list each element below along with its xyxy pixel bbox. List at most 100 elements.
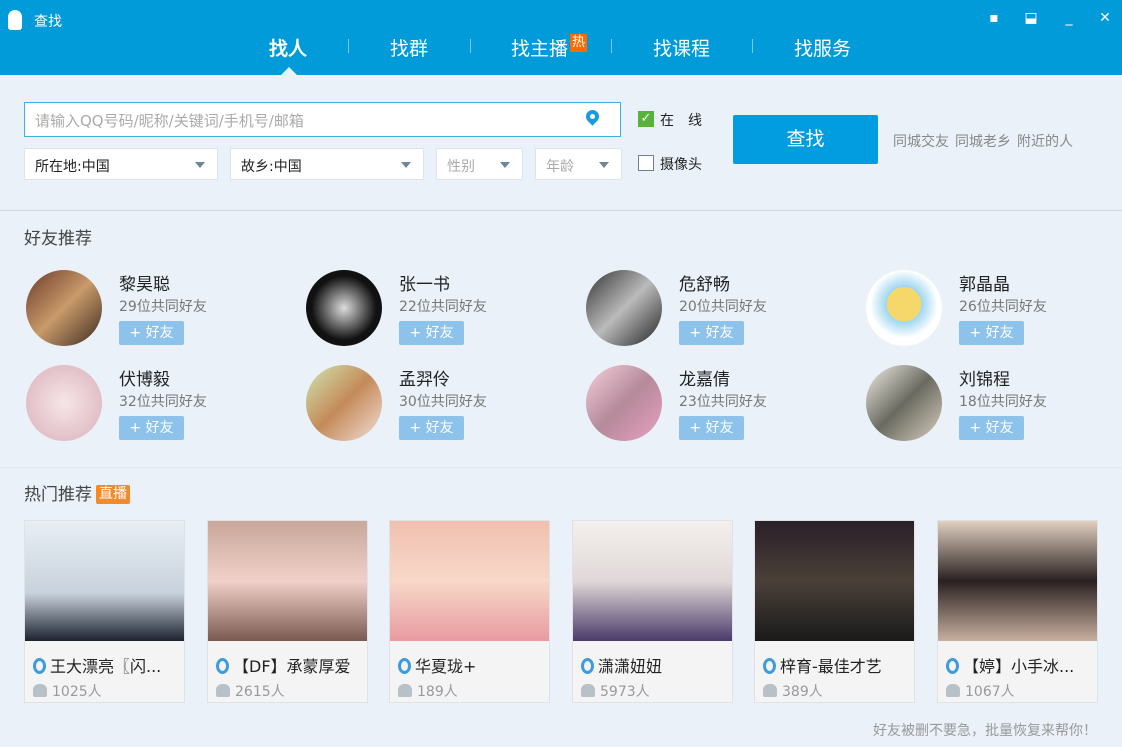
- friend-recommendation: 郭晶晶 26位共同好友 + 好友: [866, 270, 1122, 350]
- tab-find-group[interactable]: 找群: [390, 34, 428, 61]
- avatar[interactable]: [586, 365, 662, 441]
- add-friend-button[interactable]: + 好友: [119, 321, 184, 345]
- live-stream-card[interactable]: 潇潇妞妞 5973人: [572, 520, 733, 703]
- stream-thumbnail[interactable]: [390, 521, 549, 641]
- age-select[interactable]: 年龄: [535, 148, 622, 180]
- add-friend-button[interactable]: + 好友: [119, 416, 184, 440]
- feedback-icon[interactable]: ▪: [985, 10, 1003, 26]
- restore-friends-link[interactable]: 好友被删不要急，批量恢复来帮你！: [873, 720, 1097, 740]
- tab-find-streamer[interactable]: 找主播热: [511, 34, 588, 61]
- friend-recommendation: 黎昊聪 29位共同好友 + 好友: [26, 270, 296, 350]
- mutual-friends: 30位共同好友: [399, 394, 487, 410]
- camera-label: 摄像头: [660, 157, 702, 173]
- avatar[interactable]: [26, 270, 102, 346]
- viewer-count-value: 189人: [417, 684, 458, 700]
- stream-thumbnail[interactable]: [755, 521, 914, 641]
- stream-thumbnail[interactable]: [938, 521, 1097, 641]
- search-button[interactable]: 查找: [733, 115, 878, 164]
- friend-recommendation: 危舒畅 20位共同好友 + 好友: [586, 270, 856, 350]
- friend-name[interactable]: 伏博毅: [119, 365, 170, 390]
- friend-name[interactable]: 郭晶晶: [959, 270, 1010, 295]
- link-hometown[interactable]: 同城老乡: [955, 134, 1011, 150]
- viewer-count-value: 1067人: [965, 684, 1015, 700]
- people-icon: [216, 684, 230, 697]
- qq-logo-icon: [8, 10, 22, 30]
- friend-name[interactable]: 刘锦程: [959, 365, 1010, 390]
- chevron-down-icon: [500, 162, 510, 168]
- avatar[interactable]: [306, 270, 382, 346]
- friend-name[interactable]: 龙嘉倩: [679, 365, 730, 390]
- hot-badge: 热: [570, 34, 588, 52]
- friend-name[interactable]: 张一书: [399, 270, 450, 295]
- close-icon[interactable]: ✕: [1096, 10, 1114, 26]
- hometown-select[interactable]: 故乡:中国: [230, 148, 424, 180]
- active-tab-indicator: [281, 67, 297, 75]
- window-title: 查找: [34, 14, 62, 30]
- people-icon: [398, 684, 412, 697]
- tab-find-people[interactable]: 找人: [269, 34, 307, 61]
- avatar[interactable]: [26, 365, 102, 441]
- viewer-count: 2615人: [216, 681, 285, 701]
- stream-name: 王大漂亮〖闪...: [33, 653, 181, 677]
- viewer-count-value: 2615人: [235, 684, 285, 700]
- title-bar: 查找 ▪ ⬓ _ ✕ 找人 找群 找主播热 找课程 找服务: [0, 0, 1122, 75]
- live-stream-card[interactable]: 【DF】承蒙厚爱 2615人: [207, 520, 368, 703]
- link-nearby[interactable]: 附近的人: [1017, 134, 1073, 150]
- add-friend-button[interactable]: + 好友: [959, 416, 1024, 440]
- add-friend-button[interactable]: + 好友: [679, 416, 744, 440]
- minimize-icon[interactable]: _: [1060, 10, 1078, 26]
- avatar[interactable]: [586, 270, 662, 346]
- chevron-down-icon: [401, 162, 411, 168]
- medal-icon: [946, 658, 959, 674]
- friend-recommendation: 伏博毅 32位共同好友 + 好友: [26, 365, 296, 445]
- live-stream-card[interactable]: 华夏珑+ 189人: [389, 520, 550, 703]
- add-friend-button[interactable]: + 好友: [399, 321, 464, 345]
- stream-thumbnail[interactable]: [25, 521, 184, 641]
- avatar[interactable]: [866, 270, 942, 346]
- viewer-count: 5973人: [581, 681, 650, 701]
- live-badge: 直播: [96, 485, 130, 504]
- online-checkbox[interactable]: ✓: [638, 111, 654, 127]
- hot-section-title: 热门推荐 直播: [24, 480, 130, 505]
- friend-name[interactable]: 孟羿伶: [399, 365, 450, 390]
- tab-separator: [611, 39, 612, 53]
- viewer-count-value: 389人: [782, 684, 823, 700]
- avatar[interactable]: [866, 365, 942, 441]
- mutual-friends: 20位共同好友: [679, 299, 767, 315]
- add-friend-button[interactable]: + 好友: [399, 416, 464, 440]
- live-stream-card[interactable]: 梓育-最佳才艺 389人: [754, 520, 915, 703]
- streamer-name: 王大漂亮〖闪...: [50, 657, 162, 676]
- stream-thumbnail[interactable]: [573, 521, 732, 641]
- skin-icon[interactable]: ⬓: [1022, 10, 1040, 26]
- streamer-name: 梓育-最佳才艺: [780, 657, 882, 676]
- people-icon: [763, 684, 777, 697]
- friend-recommendation: 刘锦程 18位共同好友 + 好友: [866, 365, 1122, 445]
- live-stream-card[interactable]: 王大漂亮〖闪... 1025人: [24, 520, 185, 703]
- streamer-name: 华夏珑+: [415, 657, 477, 676]
- live-stream-card[interactable]: 【婷】小手冰... 1067人: [937, 520, 1098, 703]
- mutual-friends: 26位共同好友: [959, 299, 1047, 315]
- friend-name[interactable]: 黎昊聪: [119, 270, 170, 295]
- tab-find-service[interactable]: 找服务: [794, 34, 851, 61]
- friend-recommendation: 龙嘉倩 23位共同好友 + 好友: [586, 365, 856, 445]
- medal-icon: [216, 658, 229, 674]
- friends-section-title: 好友推荐: [24, 229, 92, 249]
- tab-separator: [752, 39, 753, 53]
- mutual-friends: 22位共同好友: [399, 299, 487, 315]
- viewer-count: 1067人: [946, 681, 1015, 701]
- stream-thumbnail[interactable]: [208, 521, 367, 641]
- search-input[interactable]: 请输入QQ号码/昵称/关键词/手机号/邮箱: [24, 102, 621, 137]
- location-select[interactable]: 所在地:中国: [24, 148, 218, 180]
- chevron-down-icon: [195, 162, 205, 168]
- gender-select[interactable]: 性别: [436, 148, 523, 180]
- link-same-city[interactable]: 同城交友: [893, 134, 949, 150]
- camera-checkbox[interactable]: [638, 155, 654, 171]
- avatar[interactable]: [306, 365, 382, 441]
- stream-name: 【DF】承蒙厚爱: [216, 653, 364, 677]
- mutual-friends: 32位共同好友: [119, 394, 207, 410]
- tab-find-course[interactable]: 找课程: [653, 34, 710, 61]
- add-friend-button[interactable]: + 好友: [679, 321, 744, 345]
- age-value: 年龄: [546, 159, 574, 175]
- add-friend-button[interactable]: + 好友: [959, 321, 1024, 345]
- friend-name[interactable]: 危舒畅: [679, 270, 730, 295]
